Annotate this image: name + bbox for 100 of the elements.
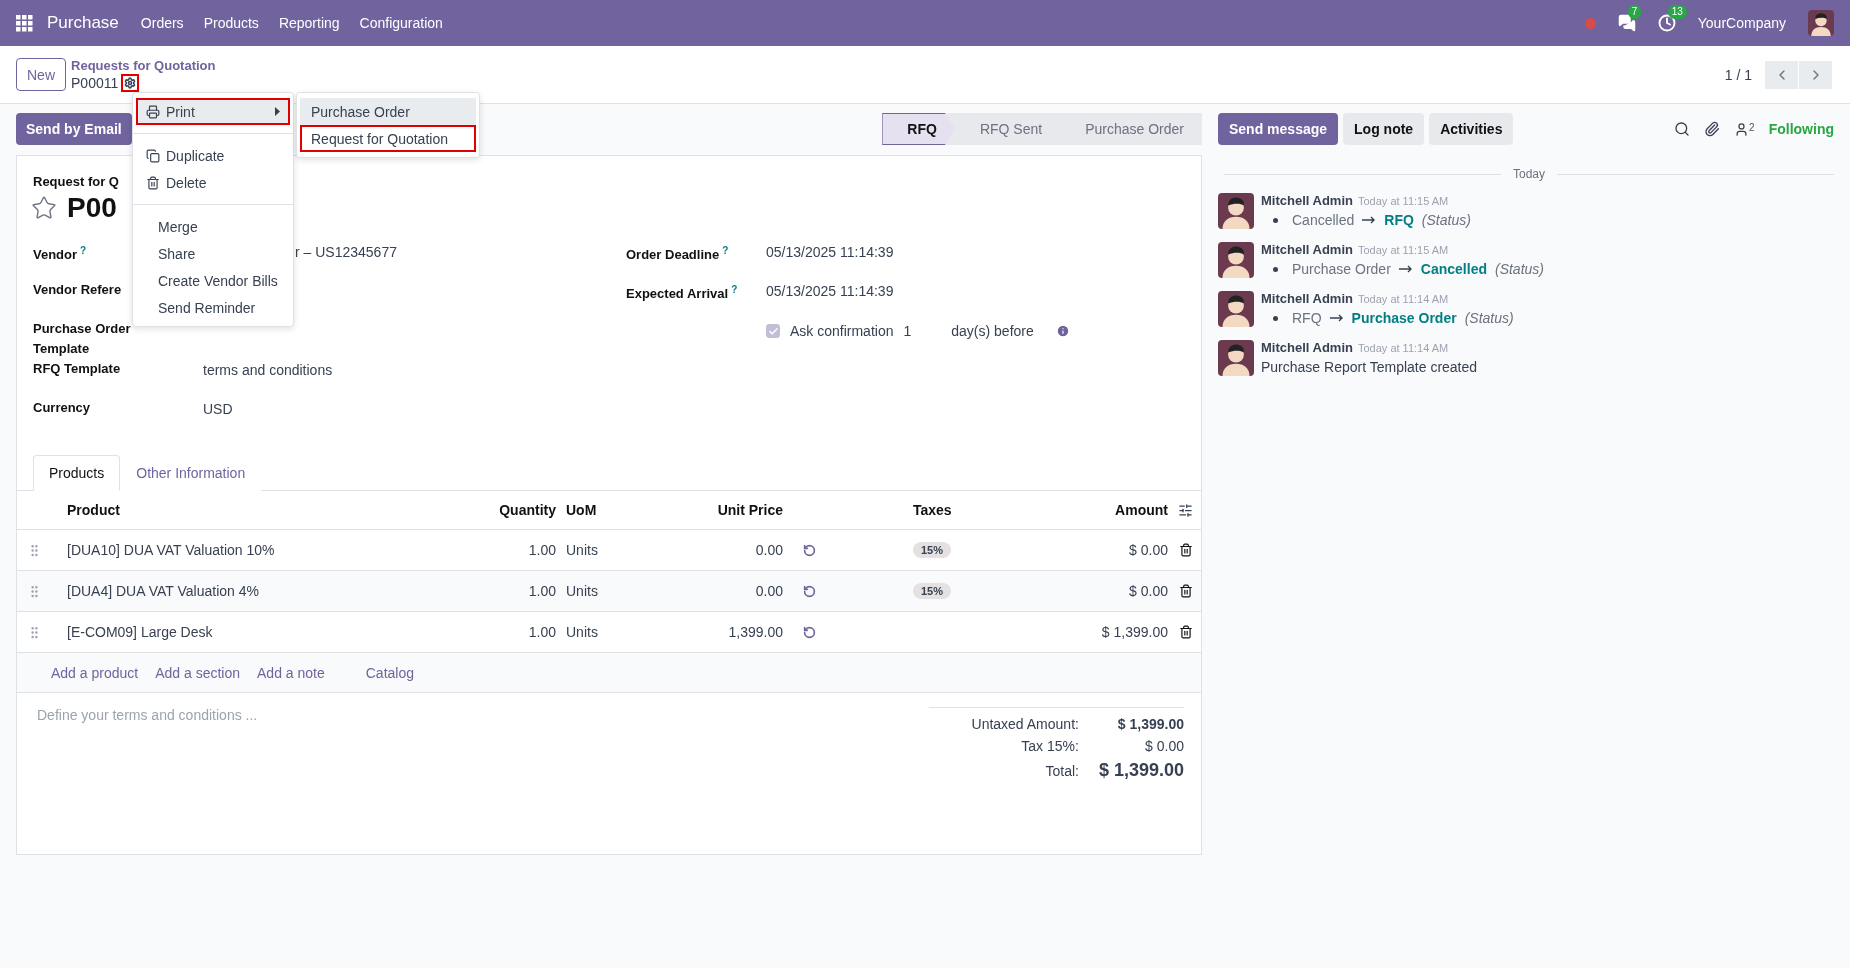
paperclip-icon[interactable] <box>1704 121 1721 137</box>
add-link[interactable]: Add a note <box>257 664 325 681</box>
trash-icon[interactable] <box>1178 543 1193 557</box>
column-header[interactable]: Product <box>51 502 426 518</box>
column-header[interactable]: Quantity <box>426 502 556 518</box>
table-cell-text: 1,399.00 <box>727 624 783 640</box>
chatter-button[interactable]: Log note <box>1343 113 1425 145</box>
table-cell-text: 1.00 <box>527 583 556 599</box>
avatar <box>1218 193 1254 229</box>
clock-icon[interactable] <box>1657 14 1676 32</box>
message-time: Today at 11:14 AM <box>1357 293 1449 305</box>
pager-text: 1 / 1 <box>1724 66 1752 83</box>
field-name: (Status) <box>1494 261 1544 277</box>
nav-menu-item[interactable]: Reporting <box>278 15 340 31</box>
table-cell-text: [DUA10] DUA VAT Valuation 10% <box>66 542 276 558</box>
field-value[interactable]: r – US12345677 <box>295 241 397 263</box>
days-value[interactable]: 1 <box>903 323 912 339</box>
field-label: Vendor $^{?}$ <box>33 244 87 265</box>
trash-icon[interactable] <box>1178 625 1193 639</box>
total-label: Tax 15%: <box>1020 738 1079 754</box>
table-cell-text: [DUA4] DUA VAT Valuation 4% <box>66 583 260 599</box>
date-divider: Today <box>1513 167 1545 181</box>
info-icon[interactable] <box>1055 324 1070 338</box>
record-title: P00 <box>67 192 117 224</box>
send-email-button[interactable]: Send by Email <box>16 113 132 145</box>
checkbox[interactable] <box>766 324 780 338</box>
message-author: Mitchell Admin <box>1261 291 1353 306</box>
person-icon[interactable] <box>1734 121 1750 137</box>
avatar <box>1218 291 1254 327</box>
new-value: Purchase Order <box>1351 310 1457 326</box>
breadcrumb-link[interactable]: Requests for Quotation <box>71 57 216 74</box>
chat-icon[interactable] <box>1617 14 1636 32</box>
avatar <box>1218 340 1254 376</box>
message-time: Today at 11:14 AM <box>1357 342 1449 354</box>
menu-item[interactable]: Request for Quotation <box>300 125 476 152</box>
field-label: RFQ Template <box>33 360 121 378</box>
history-icon[interactable] <box>803 543 816 557</box>
table-cell-text: $ 0.00 <box>1128 542 1168 558</box>
new-value: RFQ <box>1384 212 1414 228</box>
new-value: Cancelled <box>1420 261 1487 277</box>
field-value[interactable]: USD <box>203 398 233 420</box>
add-link[interactable]: Add a product <box>51 664 139 681</box>
arrow-icon <box>1329 314 1344 322</box>
column-settings-icon[interactable] <box>1178 502 1193 518</box>
chatter-button[interactable]: Activities <box>1429 113 1514 145</box>
old-value: Purchase Order <box>1292 261 1391 277</box>
message-author: Mitchell Admin <box>1261 242 1353 257</box>
menu-item[interactable]: Print <box>136 98 290 125</box>
status-stage[interactable]: RFQ <box>882 113 955 145</box>
tax-tag: 15% <box>913 583 952 599</box>
total-label: Total: <box>1044 763 1079 779</box>
column-header[interactable]: Amount <box>1031 502 1168 518</box>
bullet-icon <box>1273 266 1278 272</box>
tab[interactable]: Products <box>33 455 121 491</box>
table-cell-text: $ 1,399.00 <box>1100 624 1168 640</box>
star-icon[interactable] <box>31 195 57 221</box>
column-header[interactable]: Taxes <box>861 502 1031 518</box>
add-link[interactable]: Catalog <box>365 664 414 681</box>
table-cell-text: $ 0.00 <box>1128 583 1168 599</box>
avatar <box>1808 10 1834 36</box>
apps-menu-icon[interactable] <box>16 14 33 32</box>
old-value: RFQ <box>1292 310 1322 326</box>
menu-item[interactable]: Purchase Order <box>300 98 476 125</box>
field-label: Purchase Order Template <box>33 320 132 358</box>
app-name[interactable]: Purchase <box>47 13 119 33</box>
count-badge: 13 <box>1667 5 1687 19</box>
field-label: Vendor Refere <box>33 281 122 299</box>
settings-button[interactable] <box>121 74 140 92</box>
search-icon[interactable] <box>1674 121 1691 137</box>
message-time: Today at 11:15 AM <box>1357 195 1449 207</box>
new-button[interactable]: New <box>16 58 66 91</box>
message-text: Purchase Report Template created <box>1261 359 1478 375</box>
add-link[interactable]: Add a section <box>155 664 240 681</box>
printer-icon <box>146 104 160 119</box>
nav-menu-item[interactable]: Orders <box>140 15 184 31</box>
message-author: Mitchell Admin <box>1261 193 1353 208</box>
history-icon[interactable] <box>803 584 816 598</box>
arrow-icon <box>1398 265 1413 273</box>
avatar <box>1218 242 1254 278</box>
column-header[interactable]: UoM <box>556 502 646 518</box>
column-header[interactable]: Unit Price <box>646 502 783 518</box>
company-name[interactable]: YourCompany <box>1697 15 1786 31</box>
bullet-icon <box>1273 315 1278 321</box>
field-value[interactable]: 05/13/2025 11:14:39 <box>766 241 894 263</box>
count-badge: 7 <box>1627 5 1642 19</box>
bullet-icon <box>1273 217 1278 223</box>
table-cell-text: Units <box>565 542 599 558</box>
caret-icon <box>275 107 280 116</box>
trash-icon[interactable] <box>1178 584 1193 598</box>
history-icon[interactable] <box>803 625 816 639</box>
chatter-button[interactable]: Send message <box>1218 113 1339 145</box>
field-value[interactable]: 05/13/2025 11:14:39 <box>766 280 894 302</box>
copy-icon <box>146 148 160 163</box>
old-value: Cancelled <box>1292 212 1355 228</box>
total-label: Untaxed Amount: <box>970 716 1079 732</box>
nav-menu-item[interactable]: Configuration <box>359 15 443 31</box>
field-value[interactable]: terms and conditions <box>203 359 333 381</box>
tax-tag: 15% <box>913 542 952 558</box>
nav-menu-item[interactable]: Products <box>203 15 259 31</box>
field-label: Currency <box>33 399 91 417</box>
